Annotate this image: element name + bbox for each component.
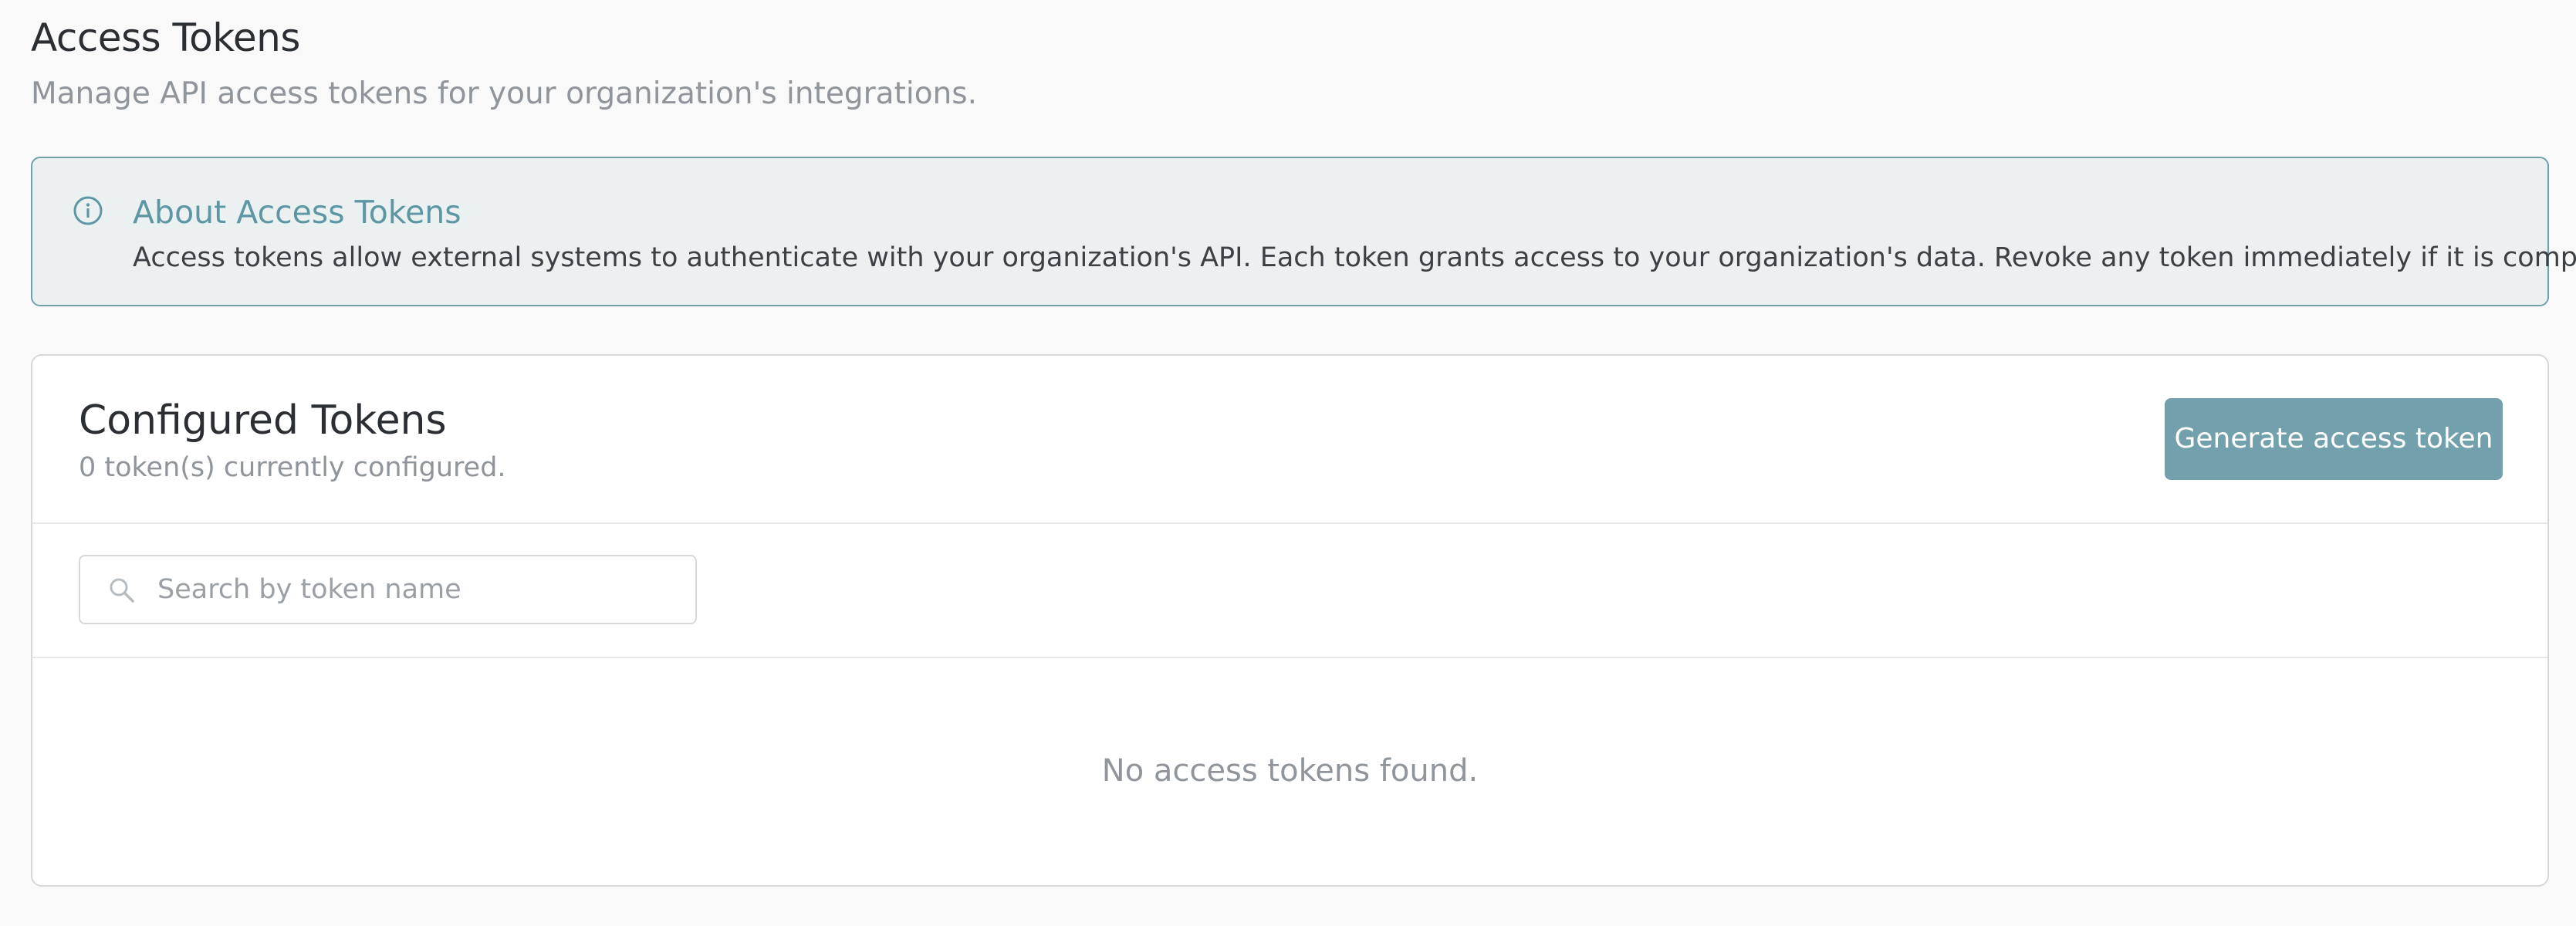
empty-state-text: No access tokens found. — [1101, 753, 1479, 789]
card-title: Configured Tokens — [79, 397, 447, 444]
generate-access-token-button[interactable]: Generate access token — [2165, 398, 2503, 480]
token-count: 0 token(s) currently configured. — [79, 452, 506, 483]
search-row — [32, 524, 2547, 658]
empty-state: No access tokens found. — [32, 658, 2547, 885]
info-circle-icon — [73, 196, 103, 225]
about-tokens-callout: About Access Tokens Access tokens allow … — [31, 157, 2576, 306]
access-tokens-page: Access Tokens Manage API access tokens f… — [0, 0, 2576, 926]
callout-text: Access tokens allow external systems to … — [133, 242, 2576, 273]
page-title: Access Tokens — [31, 15, 300, 60]
search-icon — [110, 578, 134, 603]
card-header: Configured Tokens 0 token(s) currently c… — [32, 356, 2547, 524]
callout-title: About Access Tokens — [133, 194, 461, 231]
page-subtitle: Manage API access tokens for your organi… — [31, 76, 977, 111]
configured-tokens-card: Configured Tokens 0 token(s) currently c… — [31, 354, 2549, 887]
search-box[interactable] — [79, 555, 697, 624]
search-input[interactable] — [157, 556, 682, 623]
